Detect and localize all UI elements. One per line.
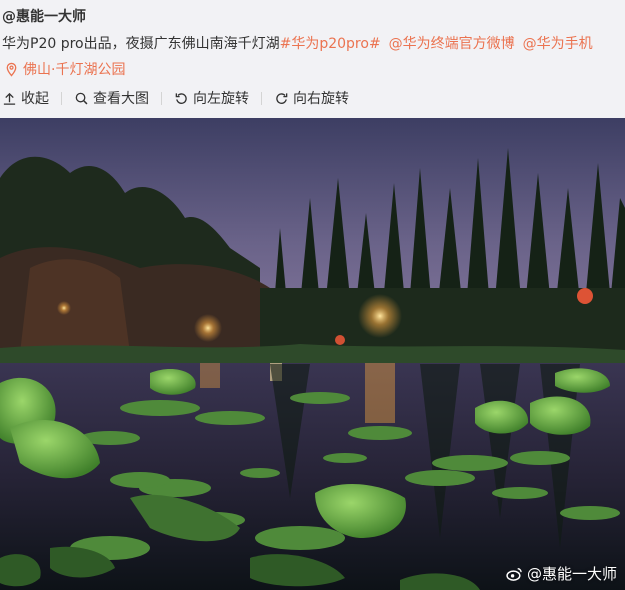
post-body: 华为P20 pro出品，夜摄广东佛山南海千灯湖 xyxy=(2,36,280,52)
view-large-label: 查看大图 xyxy=(93,91,149,107)
post-text: 华为P20 pro出品，夜摄广东佛山南海千灯湖#华为p20pro# @华为终端官方… xyxy=(2,33,593,53)
mention-link[interactable]: @华为终端官方微博 xyxy=(389,36,515,52)
view-large-button[interactable]: 查看大图 xyxy=(72,88,151,108)
night-lake-photo xyxy=(0,118,625,590)
hashtag-link[interactable]: #华为p20pro# xyxy=(280,36,381,52)
location-label: 佛山·千灯湖公园 xyxy=(23,62,126,78)
divider xyxy=(61,91,62,105)
location-link[interactable]: 佛山·千灯湖公园 xyxy=(4,59,125,79)
watermark: @惠能一大师 xyxy=(506,563,617,584)
watermark-text: @惠能一大师 xyxy=(526,565,617,583)
divider xyxy=(261,91,262,105)
divider xyxy=(161,91,162,105)
post-photo[interactable]: @惠能一大师 xyxy=(0,118,625,590)
collapse-icon xyxy=(3,92,16,105)
collapse-label: 收起 xyxy=(21,91,49,107)
collapse-button[interactable]: 收起 xyxy=(0,88,51,108)
rotate-right-label: 向右旋转 xyxy=(293,91,349,107)
image-toolbar: 收起 查看大图 向左旋转 向右旋转 xyxy=(0,86,351,110)
rotate-right-button[interactable]: 向右旋转 xyxy=(272,88,351,108)
location-pin-icon xyxy=(6,62,17,77)
rotate-left-icon xyxy=(175,92,187,104)
rotate-right-icon xyxy=(276,92,288,104)
search-icon xyxy=(75,92,88,104)
post-header: @惠能一大师 华为P20 pro出品，夜摄广东佛山南海千灯湖#华为p20pro#… xyxy=(0,0,625,118)
mention-link[interactable]: @华为手机 xyxy=(523,36,593,52)
rotate-left-label: 向左旋转 xyxy=(193,91,249,107)
author-name[interactable]: @惠能一大师 xyxy=(2,6,86,26)
weibo-logo-icon xyxy=(506,568,522,581)
rotate-left-button[interactable]: 向左旋转 xyxy=(172,88,251,108)
